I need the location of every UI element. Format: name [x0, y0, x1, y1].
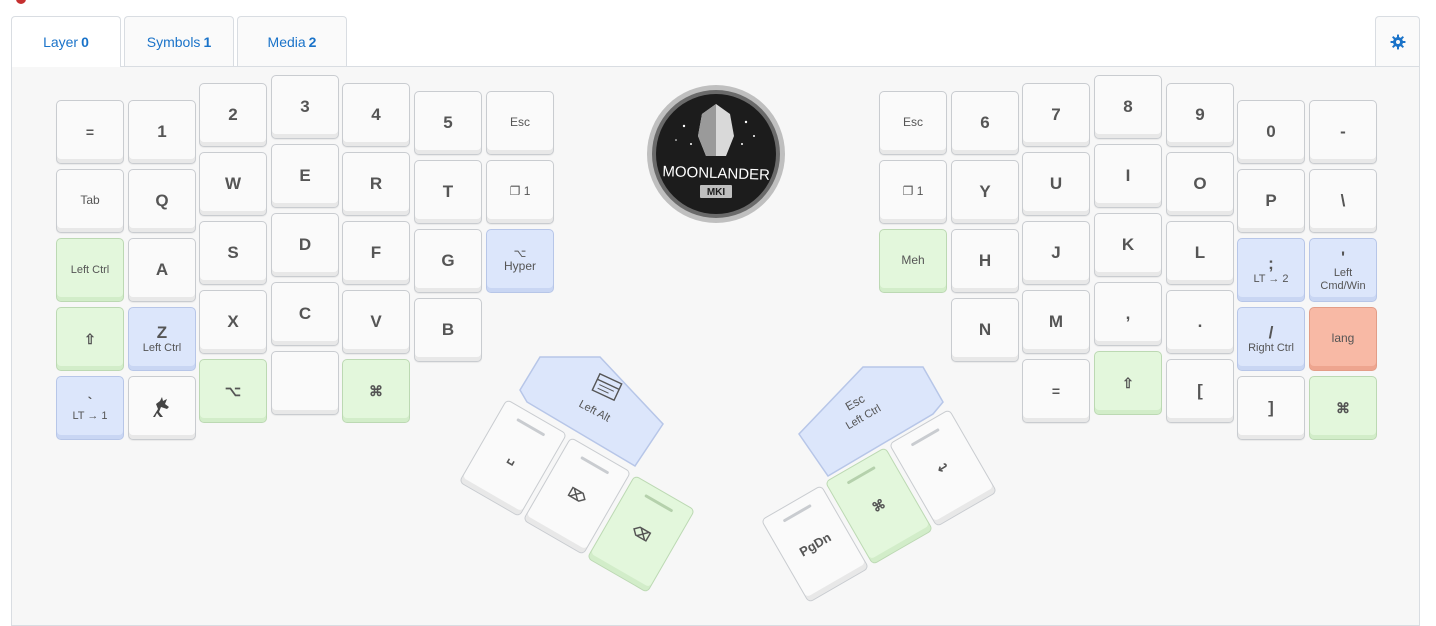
status-dot — [16, 0, 26, 4]
key-n[interactable]: N — [951, 298, 1019, 362]
key-minus[interactable]: - — [1309, 100, 1377, 164]
key-w[interactable]: W — [199, 152, 267, 216]
settings-button[interactable] — [1375, 16, 1420, 66]
key-8[interactable]: 8 — [1094, 75, 1162, 139]
key-slash[interactable]: / Right Ctrl — [1237, 307, 1305, 371]
key-y[interactable]: Y — [951, 160, 1019, 224]
key-equal[interactable]: = — [56, 100, 124, 164]
key-r[interactable]: R — [342, 152, 410, 216]
key-grave-lt1[interactable]: ` LT → 1 — [56, 376, 124, 440]
key-period[interactable]: . — [1166, 290, 1234, 354]
key-3[interactable]: 3 — [271, 75, 339, 139]
key-hyper[interactable]: ⌥ Hyper — [486, 229, 554, 293]
key-c[interactable]: C — [271, 282, 339, 346]
tab-label: Media — [267, 33, 306, 50]
logo-subtext: MKI — [707, 187, 726, 198]
key-f[interactable]: F — [342, 221, 410, 285]
key-tab[interactable]: Tab — [56, 169, 124, 233]
tab-number: 0 — [81, 34, 89, 50]
key-s[interactable]: S — [199, 221, 267, 285]
key-1[interactable]: 1 — [128, 100, 196, 164]
key-0[interactable]: 0 — [1237, 100, 1305, 164]
key-d[interactable]: D — [271, 213, 339, 277]
key-left-shift[interactable]: ⇧ — [56, 307, 124, 371]
key-7[interactable]: 7 — [1022, 83, 1090, 147]
key-equal-right[interactable]: = — [1022, 359, 1090, 423]
key-left-option[interactable]: ⌥ — [199, 359, 267, 423]
key-j[interactable]: J — [1022, 221, 1090, 285]
key-layer-toggle-left[interactable]: ❐ 1 — [486, 160, 554, 224]
key-4[interactable]: 4 — [342, 83, 410, 147]
tab-label: Layer — [43, 34, 79, 50]
key-m[interactable]: M — [1022, 290, 1090, 354]
key-right-bracket[interactable]: ] — [1237, 376, 1305, 440]
key-k[interactable]: K — [1094, 213, 1162, 277]
key-e[interactable]: E — [271, 144, 339, 208]
key-o[interactable]: O — [1166, 152, 1234, 216]
key-layer-toggle-right[interactable]: ❐ 1 — [879, 160, 947, 224]
key-6[interactable]: 6 — [951, 91, 1019, 155]
key-a[interactable]: A — [128, 238, 196, 302]
key-5[interactable]: 5 — [414, 91, 482, 155]
key-v[interactable]: V — [342, 290, 410, 354]
key-right-shift[interactable]: ⇧ — [1094, 351, 1162, 415]
gazelle-icon — [153, 397, 169, 417]
key-p[interactable]: P — [1237, 169, 1305, 233]
key-x[interactable]: X — [199, 290, 267, 354]
key-q[interactable]: Q — [128, 169, 196, 233]
key-9[interactable]: 9 — [1166, 83, 1234, 147]
tab-media-2[interactable]: Media 2 — [237, 16, 347, 66]
key-comma[interactable]: , — [1094, 282, 1162, 346]
key-backslash[interactable]: \ — [1309, 169, 1377, 233]
key-esc-right[interactable]: Esc — [879, 91, 947, 155]
key-g[interactable]: G — [414, 229, 482, 293]
key-left-ctrl[interactable]: Left Ctrl — [56, 238, 124, 302]
key-t[interactable]: T — [414, 160, 482, 224]
key-i[interactable]: I — [1094, 144, 1162, 208]
tab-layer-0[interactable]: Layer 0 — [11, 16, 121, 67]
tab-label: Symbols — [146, 33, 201, 50]
key-h[interactable]: H — [951, 229, 1019, 293]
moonlander-logo: MOONLANDER MKI — [647, 85, 785, 223]
key-meh[interactable]: Meh — [879, 229, 947, 293]
key-u[interactable]: U — [1022, 152, 1090, 216]
key-right-cmd[interactable]: ⌘ — [1309, 376, 1377, 440]
key-l[interactable]: L — [1166, 221, 1234, 285]
key-semicolon[interactable]: ; LT → 2 — [1237, 238, 1305, 302]
tab-number: 1 — [203, 33, 212, 50]
key-esc-left[interactable]: Esc — [486, 91, 554, 155]
key-gazelle[interactable] — [128, 376, 196, 440]
tab-number: 2 — [308, 33, 317, 50]
key-quote[interactable]: ' Left Cmd/Win — [1309, 238, 1377, 302]
key-z[interactable]: Z Left Ctrl — [128, 307, 196, 371]
key-lang[interactable]: lang — [1309, 307, 1377, 371]
gear-icon — [1390, 34, 1405, 49]
key-2[interactable]: 2 — [199, 83, 267, 147]
key-left-bracket[interactable]: [ — [1166, 359, 1234, 423]
key-left-cmd[interactable]: ⌘ — [342, 359, 410, 423]
key-blank[interactable] — [271, 351, 339, 415]
tab-symbols-1[interactable]: Symbols 1 — [124, 16, 234, 66]
key-b[interactable]: B — [414, 298, 482, 362]
